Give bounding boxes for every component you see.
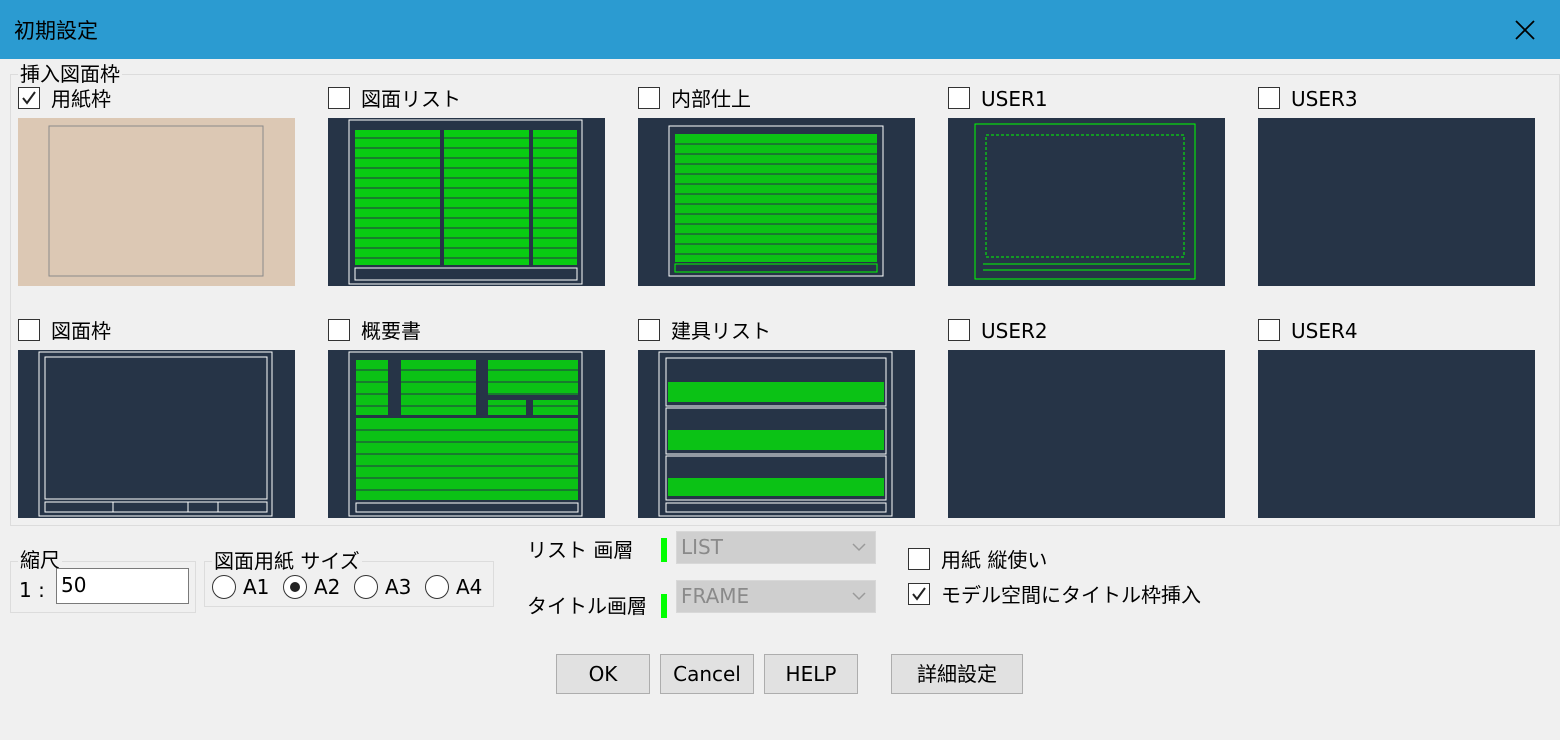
checkbox-portrait[interactable]	[908, 548, 930, 570]
title-layer-label: タイトル画層	[527, 594, 647, 618]
checkbox-user3-label: USER3	[1291, 87, 1358, 111]
thumbnail-paper-frame[interactable]	[18, 118, 295, 286]
thumbnail-interior-finish[interactable]	[638, 118, 915, 286]
radio-a3-label: A3	[385, 575, 412, 599]
title-layer-value: FRAME	[681, 584, 750, 608]
thumbnail-drawing-frame[interactable]	[18, 350, 295, 518]
thumbnail-user4[interactable]	[1258, 350, 1535, 518]
checkbox-user2[interactable]	[948, 319, 970, 341]
list-layer-value: LIST	[681, 535, 723, 559]
checkbox-drawing-frame-label: 図面枠	[51, 319, 111, 343]
scale-input[interactable]: 50	[56, 568, 189, 604]
fittings-list-preview	[658, 351, 893, 517]
overview-preview	[348, 351, 583, 517]
thumbnail-user3[interactable]	[1258, 118, 1535, 286]
radio-a2[interactable]	[283, 575, 307, 599]
list-layer-label: リスト 画層	[527, 538, 634, 562]
checkbox-model-space-title-label: モデル空間にタイトル枠挿入	[941, 583, 1201, 607]
radio-a1[interactable]	[212, 575, 236, 599]
paper-size-group-label: 図面用紙 サイズ	[212, 549, 362, 573]
checkbox-portrait-label: 用紙 縦使い	[941, 548, 1048, 572]
window-title: 初期設定	[14, 19, 98, 43]
help-button[interactable]: HELP	[764, 654, 858, 694]
check-icon	[912, 587, 926, 601]
checkbox-user2-label: USER2	[981, 319, 1048, 343]
checkbox-overview-label: 概要書	[361, 319, 421, 343]
checkbox-interior-finish[interactable]	[638, 87, 660, 109]
user1-preview	[974, 123, 1196, 280]
checkbox-interior-finish-label: 内部仕上	[671, 87, 751, 111]
checkbox-user1[interactable]	[948, 87, 970, 109]
thumbnail-fittings-list[interactable]	[638, 350, 915, 518]
drawing-frame-preview	[38, 351, 273, 517]
checkbox-user4[interactable]	[1258, 319, 1280, 341]
checkbox-drawing-list-label: 図面リスト	[361, 87, 461, 111]
drawing-list-preview	[348, 119, 583, 285]
thumbnail-drawing-list[interactable]	[328, 118, 605, 286]
close-button[interactable]	[1490, 0, 1560, 59]
scale-prefix: 1 :	[19, 578, 45, 602]
checkbox-user3[interactable]	[1258, 87, 1280, 109]
radio-a4[interactable]	[425, 575, 449, 599]
checkbox-paper-frame-label: 用紙枠	[51, 87, 111, 111]
thumbnail-user1[interactable]	[948, 118, 1225, 286]
chevron-down-icon	[852, 592, 866, 601]
chevron-down-icon	[852, 543, 866, 552]
radio-a3[interactable]	[354, 575, 378, 599]
thumbnail-user2[interactable]	[948, 350, 1225, 518]
close-icon	[1515, 19, 1535, 40]
radio-a2-label: A2	[314, 575, 341, 599]
title-bar: 初期設定	[0, 0, 1560, 59]
radio-a4-label: A4	[456, 575, 483, 599]
title-layer-color-marker	[661, 594, 667, 618]
interior-finish-preview	[668, 125, 884, 277]
checkbox-user4-label: USER4	[1291, 319, 1358, 343]
check-icon	[22, 91, 36, 105]
title-layer-select[interactable]: FRAME	[676, 580, 876, 613]
insert-frame-group-label: 挿入図面枠	[18, 62, 122, 86]
checkbox-paper-frame[interactable]	[18, 87, 40, 109]
checkbox-model-space-title[interactable]	[908, 583, 930, 605]
cancel-button[interactable]: Cancel	[660, 654, 754, 694]
radio-a1-label: A1	[243, 575, 270, 599]
paper-frame-preview	[48, 125, 264, 277]
radio-selected-dot	[290, 582, 300, 592]
ok-button[interactable]: OK	[556, 654, 650, 694]
checkbox-overview[interactable]	[328, 319, 350, 341]
thumbnail-overview[interactable]	[328, 350, 605, 518]
checkbox-fittings-list[interactable]	[638, 319, 660, 341]
details-button[interactable]: 詳細設定	[891, 654, 1023, 694]
checkbox-drawing-list[interactable]	[328, 87, 350, 109]
checkbox-drawing-frame[interactable]	[18, 319, 40, 341]
checkbox-user1-label: USER1	[981, 87, 1048, 111]
list-layer-select[interactable]: LIST	[676, 531, 876, 564]
checkbox-fittings-list-label: 建具リスト	[671, 319, 771, 343]
list-layer-color-marker	[661, 538, 667, 562]
